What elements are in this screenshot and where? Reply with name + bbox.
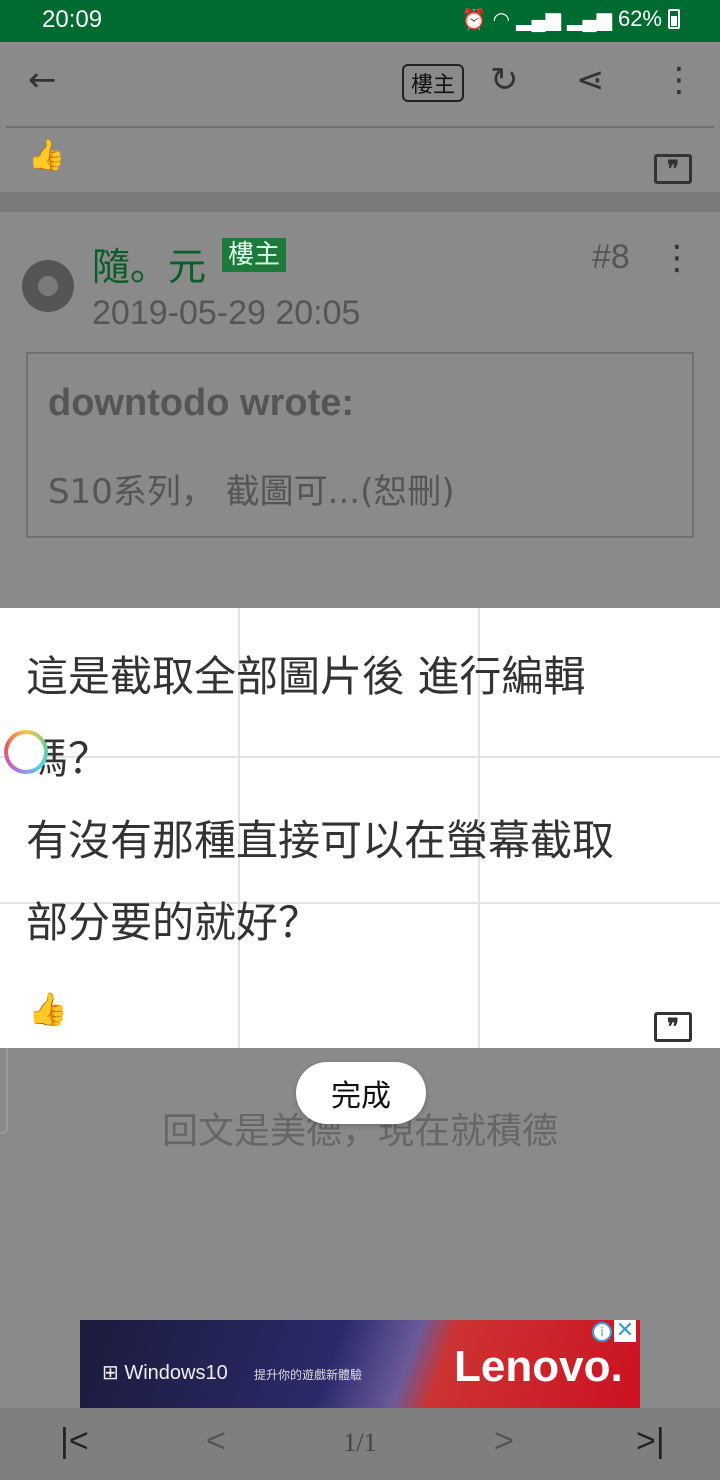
ad-info-icon[interactable]: i: [592, 1322, 612, 1342]
windows-logo-icon: ⊞: [102, 1362, 125, 1384]
quote-reply-icon[interactable]: ❞: [654, 1012, 692, 1042]
thumbs-up-icon[interactable]: 👍: [28, 138, 65, 173]
op-only-button[interactable]: 樓主: [402, 64, 464, 102]
post-more-icon[interactable]: ⋮: [660, 238, 694, 278]
signal-icon-2: ▂▄▆: [567, 8, 612, 31]
post-number: #8: [592, 238, 630, 276]
alarm-icon: ⏰: [461, 8, 487, 31]
post-body-line: 嗎？: [26, 734, 111, 783]
ad-brand: Lenovo.: [454, 1342, 623, 1391]
ad-banner[interactable]: ⊞ Windows10 提升你的遊戲新體驗 Lenovo. i ✕: [80, 1320, 640, 1408]
ad-os-text: ⊞ Windows10: [102, 1360, 228, 1385]
more-vert-icon[interactable]: ⋮: [662, 60, 696, 100]
page-indicator: 1/1: [343, 1428, 377, 1457]
post-separator: [0, 192, 720, 212]
post-body-line: 這是截取全部圖片後 進行編輯: [26, 652, 586, 701]
prev-page-icon[interactable]: <: [206, 1422, 226, 1461]
first-page-icon[interactable]: |<: [60, 1422, 89, 1461]
ad-os-label: Windows10: [124, 1362, 228, 1384]
quote-reply-icon[interactable]: ❞: [654, 154, 692, 184]
crop-drag-handle[interactable]: [4, 730, 48, 774]
toolbar-divider: [6, 126, 714, 128]
thumbs-up-icon[interactable]: 👍: [28, 990, 68, 1028]
done-button[interactable]: 完成: [296, 1062, 426, 1124]
post-body-line: 有沒有那種直接可以在螢幕截取: [26, 816, 615, 865]
status-bar: 20:09 ⏰ ◠ ▂▄▆ ▂▄▆ 62%: [0, 0, 720, 42]
signal-icon-1: ▂▄▆: [516, 8, 562, 31]
battery-icon: [668, 9, 680, 29]
wifi-icon: ◠: [492, 8, 511, 31]
post-body: 這是截取全部圖片後 進行編輯 嗎？ 有沒有那種直接可以在螢幕截取 部分要的就好？: [26, 636, 696, 964]
last-page-icon[interactable]: >|: [636, 1422, 665, 1461]
status-time: 20:09: [42, 6, 103, 33]
ad-tagline: 提升你的遊戲新體驗: [254, 1368, 363, 1382]
app-toolbar: ← 樓主 ↻ ⋖ ⋮: [0, 42, 720, 126]
post-body-line: 部分要的就好？: [26, 898, 321, 947]
back-arrow-icon[interactable]: ←: [28, 60, 57, 100]
screenshot-crop-area[interactable]: 這是截取全部圖片後 進行編輯 嗎？ 有沒有那種直接可以在螢幕截取 部分要的就好？…: [0, 608, 720, 1048]
battery-percent: 62%: [617, 6, 662, 31]
author-name[interactable]: 隨。元: [92, 236, 206, 291]
quote-text: S10系列， 截圖可...(恕刪): [48, 472, 455, 512]
avatar[interactable]: [22, 260, 74, 312]
ad-close-icon[interactable]: ✕: [614, 1320, 636, 1342]
pagination-bar: |< < 1/1 > >|: [0, 1408, 720, 1480]
op-badge: 樓主: [222, 238, 287, 272]
next-page-icon[interactable]: >: [494, 1422, 514, 1461]
quote-author: downtodo wrote:: [48, 382, 355, 424]
refresh-icon[interactable]: ↻: [490, 60, 519, 100]
post-date: 2019-05-29 20:05: [92, 294, 361, 332]
quote-block: downtodo wrote: S10系列， 截圖可...(恕刪): [26, 352, 694, 538]
status-icons: ⏰ ◠ ▂▄▆ ▂▄▆ 62%: [462, 6, 680, 32]
share-icon[interactable]: ⋖: [576, 60, 605, 100]
